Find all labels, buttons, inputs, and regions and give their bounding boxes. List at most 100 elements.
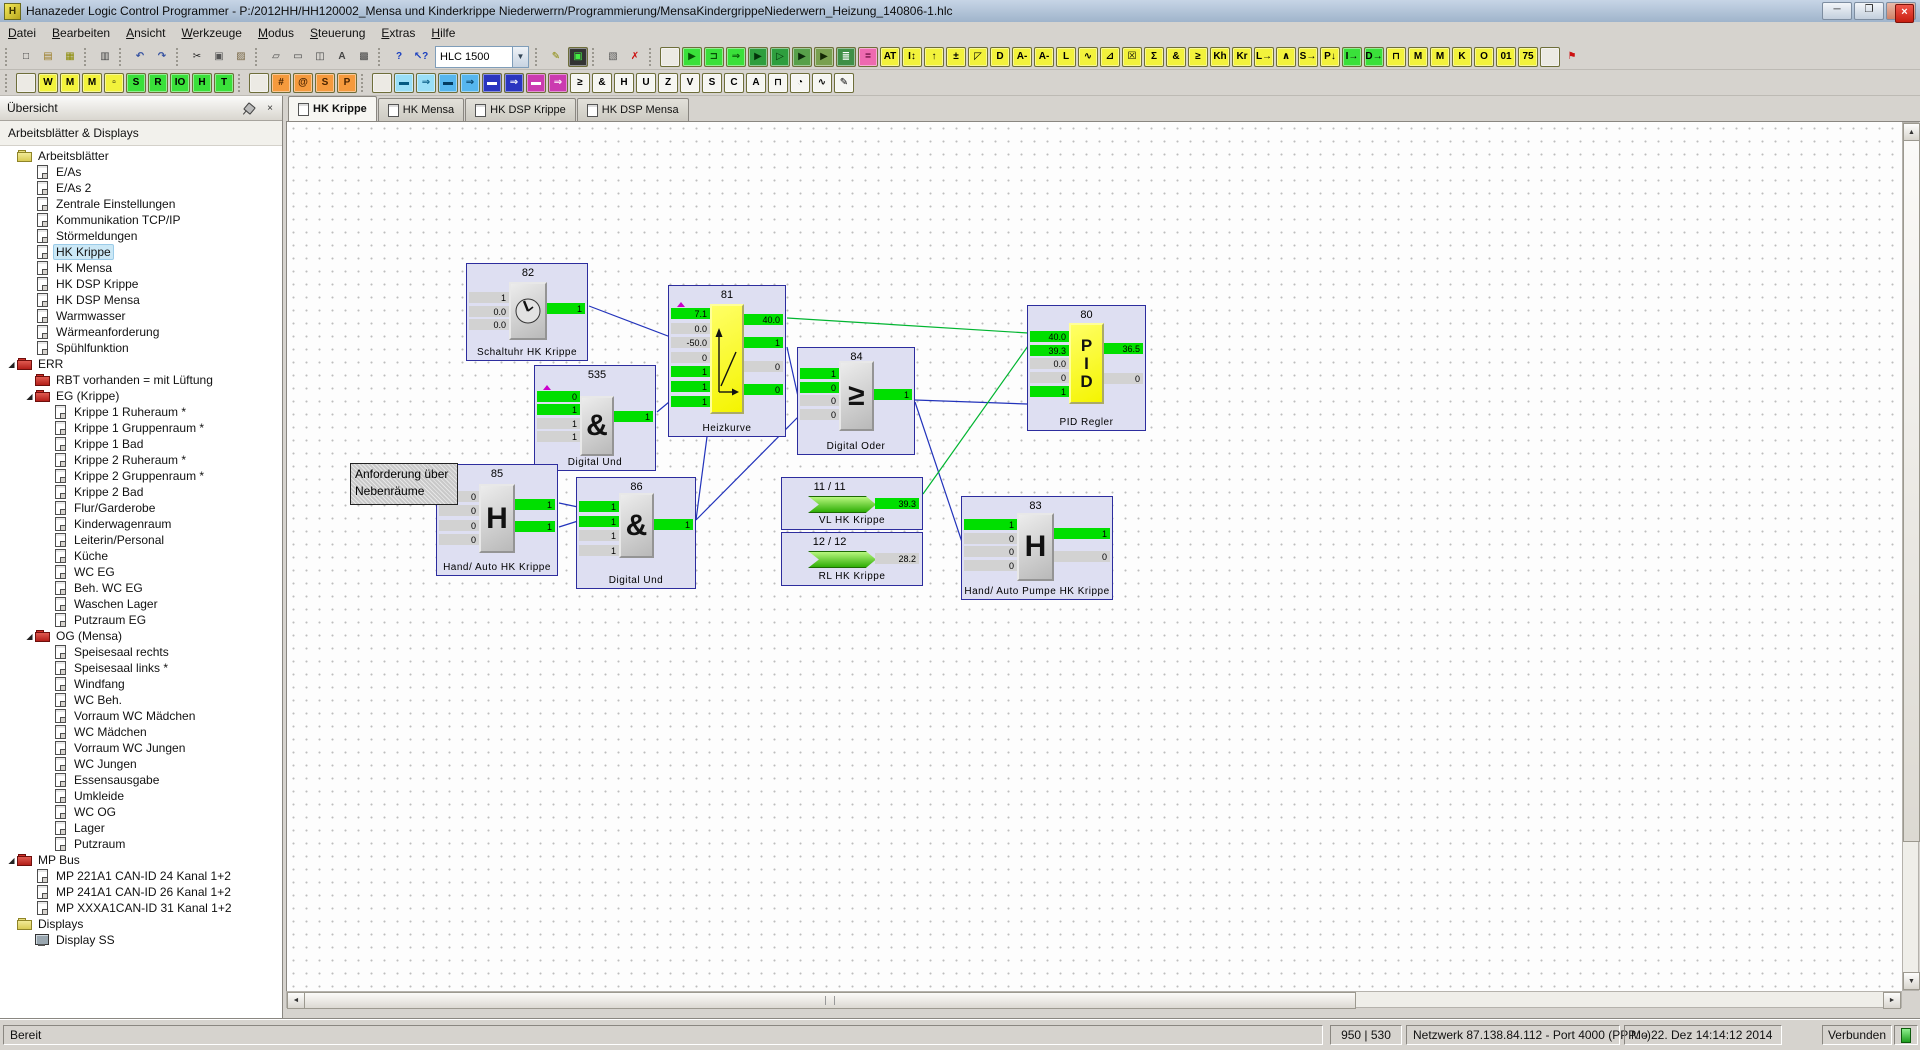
hash-orange-icon[interactable]: #	[271, 73, 291, 93]
o-block-icon[interactable]: O	[1474, 47, 1494, 67]
vertical-scrollbar[interactable]: ▲ ▼	[1902, 122, 1919, 991]
vertical-scroll-thumb[interactable]	[1903, 140, 1920, 842]
tree-item-hk-dsp-mensa[interactable]: HK DSP Mensa	[0, 292, 282, 308]
menu-ansicht[interactable]: Ansicht	[118, 24, 173, 42]
open-file-icon[interactable]: ▤	[38, 47, 58, 67]
scroll-up-arrow[interactable]: ▲	[1903, 123, 1920, 141]
v-op-icon[interactable]: V	[680, 73, 700, 93]
kh-block-icon[interactable]: Kh	[1210, 47, 1230, 67]
expander-icon[interactable]: ◢	[6, 360, 17, 369]
tree-item-display-ss[interactable]: Display SS	[0, 932, 282, 948]
new-file-icon[interactable]: □	[16, 47, 36, 67]
tree-item-mp-241a1-can-id-26-kanal-1-2[interactable]: MP 241A1 CAN-ID 26 Kanal 1+2	[0, 884, 282, 900]
redo-icon[interactable]: ↷	[152, 47, 172, 67]
k-block-icon[interactable]: K	[1452, 47, 1472, 67]
clock-op-icon[interactable]: ◔	[790, 73, 810, 93]
expander-icon[interactable]: ◢	[24, 632, 35, 641]
tree-item-krippe-2-bad[interactable]: Krippe 2 Bad	[0, 484, 282, 500]
tree-item-wc-eg[interactable]: WC EG	[0, 564, 282, 580]
tree-item-wc-og[interactable]: WC OG	[0, 804, 282, 820]
macro-block-icon[interactable]: ≣	[836, 47, 856, 67]
tree-item-mp-bus[interactable]: ◢MP Bus	[0, 852, 282, 868]
expander-icon[interactable]: ◢	[6, 856, 17, 865]
or-block-icon[interactable]: ≥	[1188, 47, 1208, 67]
binary-block-icon[interactable]: 01	[1496, 47, 1516, 67]
paste-special-icon[interactable]: ▧	[603, 47, 623, 67]
arrow-magenta-icon[interactable]: ⇒	[548, 73, 568, 93]
io-green-icon[interactable]: IO	[170, 73, 190, 93]
h-green-icon[interactable]: H	[192, 73, 212, 93]
l-block-icon[interactable]: L	[1056, 47, 1076, 67]
pulse-block-icon[interactable]: ⊓	[1386, 47, 1406, 67]
arrow-blue-icon[interactable]: ⇒	[460, 73, 480, 93]
tree-item-umkleide[interactable]: Umkleide	[0, 788, 282, 804]
lr-block-icon[interactable]: L→	[1254, 47, 1274, 67]
tree-item-err[interactable]: ◢ERR	[0, 356, 282, 372]
kr-block-icon[interactable]: Kr	[1232, 47, 1252, 67]
u-op-icon[interactable]: U	[636, 73, 656, 93]
tree-item-kinderwagenraum[interactable]: Kinderwagenraum	[0, 516, 282, 532]
limit-block-icon[interactable]: I↕	[902, 47, 922, 67]
ge-op-icon[interactable]: ≥	[570, 73, 590, 93]
tree-item-putzraum[interactable]: Putzraum	[0, 836, 282, 852]
output-block-icon[interactable]: ⇒	[726, 47, 746, 67]
delete-icon[interactable]: ✗	[625, 47, 645, 67]
d-green-block-icon[interactable]: D→	[1364, 47, 1384, 67]
pointer-tool-icon[interactable]	[660, 47, 680, 67]
at-block-icon[interactable]: AT	[880, 47, 900, 67]
line-blue-icon[interactable]: ▬	[438, 73, 458, 93]
wave-op-icon[interactable]: ∿	[812, 73, 832, 93]
tab-hk-dsp-krippe[interactable]: HK DSP Krippe	[465, 98, 576, 121]
s-op-icon[interactable]: S	[702, 73, 722, 93]
device-selector[interactable]: HLC 1500▼	[435, 46, 529, 68]
scroll-left-arrow[interactable]: ◄	[287, 992, 305, 1009]
menu-hilfe[interactable]: Hilfe	[423, 24, 463, 42]
scroll-down-arrow[interactable]: ▼	[1903, 972, 1920, 990]
sensor-block-rl-hk-krippe[interactable]: 12 / 1228.2RL HK Krippe	[781, 532, 923, 586]
flag-icon[interactable]: ⚑	[1562, 47, 1582, 67]
tree-item-zentrale-einstellungen[interactable]: Zentrale Einstellungen	[0, 196, 282, 212]
m1-block-icon[interactable]: M	[1408, 47, 1428, 67]
sum-block-icon[interactable]: Σ	[1144, 47, 1164, 67]
maximize-button[interactable]: ❐	[1854, 2, 1884, 20]
function-block-84[interactable]: 84≥10001Digital Oder	[797, 347, 915, 455]
analog-out-block-icon[interactable]: ▶	[814, 47, 834, 67]
pointer4-tool-icon[interactable]	[372, 73, 392, 93]
pointer3-tool-icon[interactable]	[249, 73, 269, 93]
function-block-86[interactable]: 86&11111Digital Und	[576, 477, 696, 589]
copy-worksheet-icon[interactable]: ◫	[310, 47, 330, 67]
tree-item-krippe-1-ruheraum-[interactable]: Krippe 1 Ruheraum *	[0, 404, 282, 420]
tree-item-kommunikation-tcp-ip[interactable]: Kommunikation TCP/IP	[0, 212, 282, 228]
p-orange-icon[interactable]: P	[337, 73, 357, 93]
function-block-82[interactable]: 8210.00.01Schaltuhr HK Krippe	[466, 263, 588, 361]
function-block-83[interactable]: 83H100010Hand/ Auto Pumpe HK Krippe	[961, 496, 1113, 600]
const-block-icon[interactable]: ▶	[682, 47, 702, 67]
tree-item-vorraum-wc-jungen[interactable]: Vorraum WC Jungen	[0, 740, 282, 756]
tree-item-essensausgabe[interactable]: Essensausgabe	[0, 772, 282, 788]
view-worksheet-icon[interactable]: ▭	[288, 47, 308, 67]
xbox-block-icon[interactable]: ☒	[1122, 47, 1142, 67]
menu-datei[interactable]: Datei	[0, 24, 44, 42]
analog-in-block-icon[interactable]: ▶	[792, 47, 812, 67]
tree-item-wärmeanforderung[interactable]: Wärmeanforderung	[0, 324, 282, 340]
sign-block-icon[interactable]: ±	[946, 47, 966, 67]
i-green-block-icon[interactable]: I→	[1342, 47, 1362, 67]
ma-display-icon[interactable]: M	[60, 73, 80, 93]
menu-steuerung[interactable]: Steuerung	[302, 24, 373, 42]
new-worksheet-icon[interactable]: ▱	[266, 47, 286, 67]
tree-item-og-mensa-[interactable]: ◢OG (Mensa)	[0, 628, 282, 644]
menu-werkzeuge[interactable]: Werkzeuge	[173, 24, 249, 42]
menu-bearbeiten[interactable]: Bearbeiten	[44, 24, 118, 42]
tree-item-hk-krippe[interactable]: HK Krippe	[0, 244, 282, 260]
z-op-icon[interactable]: Z	[658, 73, 678, 93]
pen-op-icon[interactable]: ✎	[834, 73, 854, 93]
s-green-icon[interactable]: S	[126, 73, 146, 93]
close-panel-button[interactable]: ×	[261, 100, 279, 116]
tree-item-störmeldungen[interactable]: Störmeldungen	[0, 228, 282, 244]
copy-icon[interactable]: ▣	[209, 47, 229, 67]
tab-hk-krippe[interactable]: HK Krippe	[288, 96, 377, 121]
logic-canvas[interactable]: 8210.00.01Schaltuhr HK Krippe817.10.0-50…	[286, 122, 1902, 991]
r-green-icon[interactable]: R	[148, 73, 168, 93]
tree-item-flur-garderobe[interactable]: Flur/Garderobe	[0, 500, 282, 516]
minimize-button[interactable]: ─	[1822, 2, 1852, 20]
